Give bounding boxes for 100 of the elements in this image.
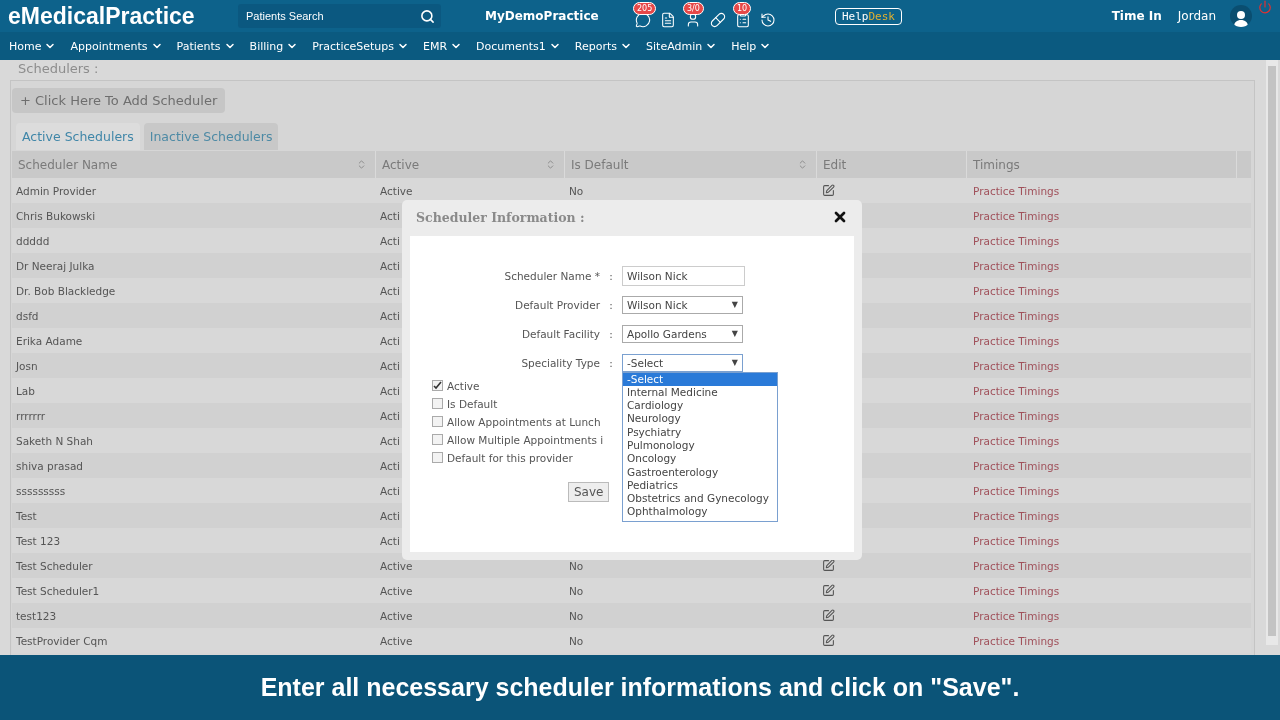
practice-timings-link[interactable]: Practice Timings: [973, 559, 1060, 572]
practice-timings-link[interactable]: Practice Timings: [973, 309, 1060, 322]
table-cell: test123: [16, 609, 57, 622]
scrollbar[interactable]: [1266, 60, 1278, 645]
field-label: Default Facility: [520, 327, 600, 340]
table-cell: Dr. Bob Blackledge: [16, 284, 116, 297]
practice-timings-link[interactable]: Practice Timings: [973, 334, 1060, 347]
nav-menu-item[interactable]: Appointments: [70, 39, 163, 53]
practice-timings-link[interactable]: Practice Timings: [973, 209, 1060, 222]
save-button[interactable]: Save: [568, 482, 610, 502]
table-cell: Acti: [380, 484, 400, 497]
search-icon[interactable]: [420, 8, 435, 24]
field-label: Default Provider: [514, 298, 600, 311]
practice-timings-link[interactable]: Practice Timings: [973, 284, 1060, 297]
table-cell: Test Scheduler1: [16, 584, 100, 597]
checkbox[interactable]: [432, 380, 443, 391]
scheduler-name-field[interactable]: Wilson Nick: [622, 265, 745, 286]
checkbox[interactable]: [432, 434, 443, 445]
pill-icon[interactable]: [710, 11, 726, 28]
caption-text: Enter all necessary scheduler informations and click on "Save".: [260, 673, 1020, 702]
practice-name: MyDemoPractice: [485, 9, 600, 23]
select-field[interactable]: -Select ▼: [622, 353, 743, 372]
table-cell: TestProvider Cqm: [16, 634, 108, 647]
table-cell: Acti: [380, 384, 400, 397]
table-cell: No: [569, 184, 584, 197]
practice-timings-link[interactable]: Practice Timings: [973, 184, 1060, 197]
nav-menu-item[interactable]: Home: [9, 39, 57, 53]
edit-icon[interactable]: [822, 584, 835, 597]
tab[interactable]: Active Schedulers: [16, 123, 140, 150]
add-scheduler-button[interactable]: + Click Here To Add Scheduler: [12, 88, 226, 113]
practice-timings-link[interactable]: Practice Timings: [973, 459, 1060, 472]
checkbox-label: Allow Appointments at Lunch: [447, 415, 601, 428]
table-cell: Acti: [380, 434, 400, 447]
close-button[interactable]: [832, 209, 848, 225]
edit-icon[interactable]: [822, 609, 835, 622]
table-cell: Active: [380, 634, 413, 647]
table-cell: Dr Neeraj Julka: [16, 259, 95, 272]
practice-timings-link[interactable]: Practice Timings: [973, 234, 1060, 247]
nav-menu-item[interactable]: SiteAdmin: [646, 39, 718, 53]
user-name: Jordan: [1177, 9, 1216, 23]
practice-timings-link[interactable]: Practice Timings: [973, 634, 1060, 647]
table-cell: No: [569, 634, 584, 647]
table-cell: Acti: [380, 284, 400, 297]
checkbox[interactable]: [432, 452, 443, 463]
nav-menu-item[interactable]: Patients: [176, 39, 236, 53]
nav-menu-item[interactable]: PracticeSetups: [312, 39, 409, 53]
app-logo: eMedicalPractice: [8, 2, 196, 30]
table-cell: Active: [380, 559, 413, 572]
nav-menu-item[interactable]: Billing: [249, 39, 299, 53]
time-in-link[interactable]: Time In: [1111, 9, 1162, 23]
edit-icon[interactable]: [822, 184, 835, 197]
practice-timings-link[interactable]: Practice Timings: [973, 509, 1060, 522]
table-cell: Acti: [380, 459, 400, 472]
practice-timings-link[interactable]: Practice Timings: [973, 534, 1060, 547]
helpdesk-button[interactable]: HelpDesk: [835, 7, 902, 25]
practice-timings-link[interactable]: Practice Timings: [973, 434, 1060, 447]
checkbox-label: Allow Multiple Appointments i: [447, 433, 604, 446]
table-cell: Admin Provider: [16, 184, 97, 197]
table-cell: Erika Adame: [16, 334, 83, 347]
field-label: Scheduler Name *: [503, 269, 600, 282]
nav-menu-item[interactable]: Help: [731, 39, 772, 53]
search-input[interactable]: Patients Search: [244, 9, 420, 23]
table-cell: shiva prasad: [16, 459, 83, 472]
table-cell: Acti: [380, 509, 400, 522]
checkbox-label: Active: [447, 379, 480, 392]
count-badge: 3/0: [683, 1, 704, 15]
practice-timings-link[interactable]: Practice Timings: [973, 609, 1060, 622]
nav-menu-item[interactable]: Reports: [574, 39, 633, 53]
tab[interactable]: Inactive Schedulers: [143, 123, 279, 150]
edit-icon[interactable]: [822, 634, 835, 647]
nav-menu-item[interactable]: Documents1: [476, 39, 561, 53]
practice-timings-link[interactable]: Practice Timings: [973, 259, 1060, 272]
table-cell: Lab: [16, 384, 35, 397]
table-cell: Acti: [380, 234, 400, 247]
table-cell: Active: [380, 584, 413, 597]
history-icon[interactable]: [760, 11, 776, 28]
table-cell: Acti: [380, 209, 400, 222]
table-cell: No: [569, 559, 584, 572]
field-label: Speciality Type: [520, 356, 600, 369]
avatar-icon[interactable]: [1230, 5, 1252, 27]
nav-menu-item[interactable]: EMR: [423, 39, 463, 53]
dropdown-option[interactable]: -Select: [623, 372, 777, 386]
document-icon[interactable]: [660, 11, 676, 28]
colon: :: [608, 269, 614, 282]
table-cell: Chris Bukowski: [16, 209, 96, 222]
checkbox[interactable]: [432, 398, 443, 409]
practice-timings-link[interactable]: Practice Timings: [973, 584, 1060, 597]
practice-timings-link[interactable]: Practice Timings: [973, 359, 1060, 372]
table-cell: Saketh N Shah: [16, 434, 93, 447]
practice-timings-link[interactable]: Practice Timings: [973, 384, 1060, 397]
select-field[interactable]: Wilson Nick ▼: [622, 295, 743, 314]
edit-icon[interactable]: [822, 559, 835, 572]
select-field[interactable]: Apollo Gardens ▼: [622, 324, 743, 343]
checkbox[interactable]: [432, 416, 443, 427]
table-cell: Active: [380, 184, 413, 197]
practice-timings-link[interactable]: Practice Timings: [973, 484, 1060, 497]
patient-search-field[interactable]: Patients Search: [238, 4, 441, 28]
checkbox-label: Is Default: [447, 397, 498, 410]
practice-timings-link[interactable]: Practice Timings: [973, 409, 1060, 422]
table-cell: No: [569, 609, 584, 622]
